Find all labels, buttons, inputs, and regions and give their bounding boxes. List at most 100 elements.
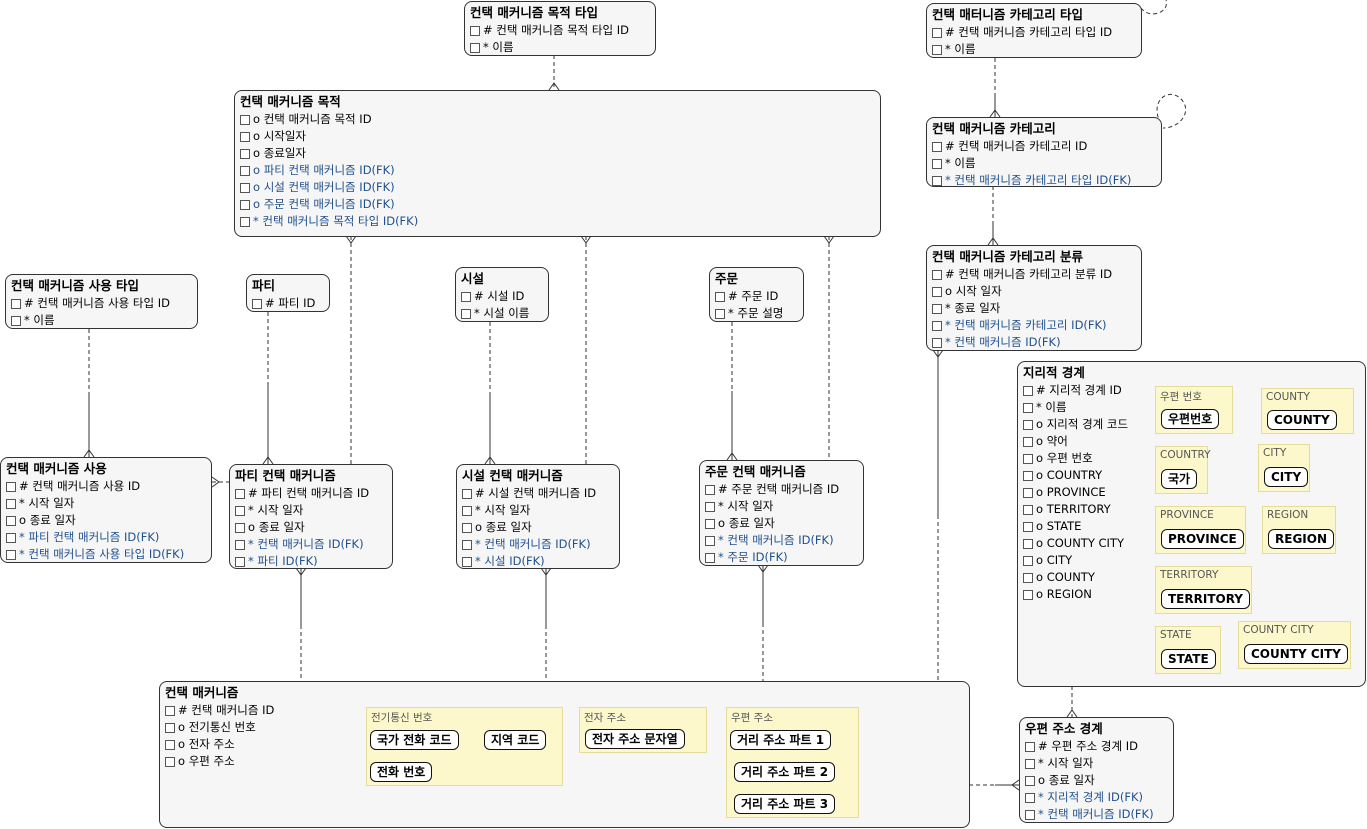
- checkbox-icon: [470, 25, 480, 36]
- attribute: * 시작 일자: [235, 502, 387, 519]
- attribute: # 파티 컨택 매커니즘 ID: [235, 485, 387, 502]
- checkbox-icon: [165, 739, 175, 750]
- entity-title: 우편 주소 경계: [1025, 721, 1103, 736]
- checkbox-icon: [932, 141, 942, 152]
- attribute-fk: * 파티 ID(FK): [235, 553, 387, 570]
- attribute: o 종료 일자: [705, 515, 858, 532]
- subtype-label: 전기통신 번호: [371, 712, 433, 724]
- attribute: o 종료 일자: [6, 512, 206, 529]
- subtype-label: 우편 번호: [1160, 391, 1202, 403]
- checkbox-icon: [461, 308, 471, 319]
- entity-category-type[interactable]: 컨택 매터니즘 카테고리 타입 # 컨택 매커니즘 카테고리 타입 ID * 이…: [926, 3, 1142, 58]
- attribute: o 종료일자: [240, 145, 875, 162]
- attribute: * 시작 일자: [1025, 755, 1168, 772]
- checkbox-icon: [1025, 809, 1035, 820]
- entity-title: 파티: [252, 278, 276, 293]
- entity-facility-contact-mechanism[interactable]: 시설 컨택 매커니즘 # 시설 컨택 매커니즘 ID * 시작 일자 o 종료 …: [456, 464, 620, 569]
- entity-usage-type[interactable]: 컨택 매커니즘 사용 타입 # 컨택 매커니즘 사용 타입 ID * 이름: [5, 274, 198, 329]
- checkbox-icon: [240, 182, 250, 193]
- subtype-postal-code[interactable]: 우편 번호 우편번호: [1155, 386, 1233, 434]
- subtype-county[interactable]: COUNTY COUNTY: [1261, 388, 1354, 434]
- subtype-telecom-number[interactable]: 전기통신 번호 국가 전화 코드 지역 코드 전화 번호: [366, 707, 563, 786]
- entity-title: 지리적 경계: [1023, 365, 1085, 380]
- attribute-fk: * 컨택 매커니즘 카테고리 타입 ID(FK): [932, 172, 1156, 189]
- entity-contact-mechanism[interactable]: 컨택 매커니즘 # 컨택 매커니즘 ID o 전기통신 번호 o 전자 주소 o…: [159, 681, 970, 828]
- entity-title: 컨택 매커니즘 카테고리: [932, 121, 1056, 136]
- subtype-county-city[interactable]: COUNTY CITY COUNTY CITY: [1238, 621, 1351, 669]
- checkbox-icon: [1023, 538, 1033, 549]
- checkbox-icon: [1025, 758, 1035, 769]
- subtype-label: 우편 주소: [731, 712, 773, 724]
- entity-title: 시설: [461, 271, 485, 286]
- entity-order[interactable]: 주문 # 주문 ID * 주문 설명: [709, 267, 804, 322]
- attribute: # 컨택 매커니즘 사용 타입 ID: [11, 295, 192, 312]
- checkbox-icon: [1023, 487, 1033, 498]
- subtype-state[interactable]: STATE STATE: [1155, 626, 1221, 674]
- subtype-electronic-address[interactable]: 전자 주소 전자 주소 문자열: [579, 707, 707, 753]
- subtype-pill: 거리 주소 파트 3: [734, 794, 836, 814]
- entity-party[interactable]: 파티 # 파티 ID: [246, 274, 330, 312]
- attribute-fk: o 파티 컨택 매커니즘 ID(FK): [240, 162, 875, 179]
- attribute: # 컨택 매커니즘 카테고리 ID: [932, 138, 1156, 155]
- subtype-label: PROVINCE: [1160, 509, 1214, 521]
- entity-geographic-boundary[interactable]: 지리적 경계 # 지리적 경계 ID * 이름 o 지리적 경계 코드 o 약어…: [1017, 361, 1366, 687]
- checkbox-icon: [1023, 572, 1033, 583]
- checkbox-icon: [6, 532, 16, 543]
- entity-category[interactable]: 컨택 매커니즘 카테고리 # 컨택 매커니즘 카테고리 ID * 이름 * 컨택…: [926, 117, 1162, 187]
- checkbox-icon: [932, 175, 942, 186]
- checkbox-icon: [705, 552, 715, 563]
- checkbox-icon: [1023, 436, 1033, 447]
- entity-party-contact-mechanism[interactable]: 파티 컨택 매커니즘 # 파티 컨택 매커니즘 ID * 시작 일자 o 종료 …: [229, 464, 393, 569]
- subtype-province[interactable]: PROVINCE PROVINCE: [1155, 506, 1246, 554]
- checkbox-icon: [1023, 402, 1033, 413]
- entity-purpose[interactable]: 컨택 매커니즘 목적 o 컨택 매커니즘 목적 ID o 시작일자 o 종료일자…: [234, 90, 881, 237]
- checkbox-icon: [6, 498, 16, 509]
- entity-purpose-type[interactable]: 컨택 매커니즘 목적 타입 # 컨택 매커니즘 목적 타입 ID * 이름: [464, 1, 656, 56]
- checkbox-icon: [235, 539, 245, 550]
- checkbox-icon: [240, 148, 250, 159]
- checkbox-icon: [1023, 589, 1033, 600]
- subtype-pill: CITY: [1264, 467, 1309, 487]
- attribute: # 우편 주소 경계 ID: [1025, 738, 1168, 755]
- entity-title: 컨택 매커니즘 목적: [240, 94, 341, 109]
- subtype-label: CITY: [1263, 447, 1287, 459]
- subtype-pill: 전자 주소 문자열: [585, 729, 685, 749]
- subtype-region[interactable]: REGION REGION: [1262, 506, 1336, 554]
- entity-category-classification[interactable]: 컨택 매커니즘 카테고리 분류 # 컨택 매커니즘 카테고리 분류 ID o 시…: [926, 245, 1142, 351]
- attribute-fk: * 지리적 경계 ID(FK): [1025, 789, 1168, 806]
- checkbox-icon: [715, 308, 725, 319]
- checkbox-icon: [705, 484, 715, 495]
- entity-title: 주문 컨택 매커니즘: [705, 464, 806, 479]
- entity-usage[interactable]: 컨택 매커니즘 사용 # 컨택 매커니즘 사용 ID * 시작 일자 o 종료 …: [0, 457, 212, 563]
- checkbox-icon: [1025, 792, 1035, 803]
- checkbox-icon: [705, 501, 715, 512]
- entity-postal-address-boundary[interactable]: 우편 주소 경계 # 우편 주소 경계 ID * 시작 일자 o 종료 일자 *…: [1019, 717, 1174, 823]
- subtype-territory[interactable]: TERRITORY TERRITORY: [1155, 566, 1252, 614]
- checkbox-icon: [165, 722, 175, 733]
- subtype-pill: 지역 코드: [484, 730, 547, 750]
- checkbox-icon: [932, 269, 942, 280]
- attribute: * 시작 일자: [6, 495, 206, 512]
- checkbox-icon: [470, 42, 480, 53]
- checkbox-icon: [932, 303, 942, 314]
- checkbox-icon: [462, 539, 472, 550]
- attribute: * 이름: [932, 155, 1156, 172]
- subtype-country[interactable]: COUNTRY 국가: [1155, 446, 1211, 494]
- attribute: o 종료 일자: [235, 519, 387, 536]
- attribute-fk: o 주문 컨택 매커니즘 ID(FK): [240, 196, 875, 213]
- checkbox-icon: [1023, 521, 1033, 532]
- checkbox-icon: [235, 522, 245, 533]
- attribute: * 시작 일자: [462, 502, 614, 519]
- subtype-label: STATE: [1160, 629, 1192, 641]
- entity-title: 컨택 매커니즘 사용 타입: [11, 278, 140, 293]
- subtype-city[interactable]: CITY CITY: [1258, 444, 1310, 492]
- checkbox-icon: [461, 291, 471, 302]
- subtype-postal-address[interactable]: 우편 주소 거리 주소 파트 1 거리 주소 파트 2 거리 주소 파트 3: [726, 707, 859, 818]
- entity-title: 컨택 매커니즘 카테고리 분류: [932, 249, 1084, 264]
- entity-order-contact-mechanism[interactable]: 주문 컨택 매커니즘 # 주문 컨택 매커니즘 ID * 시작 일자 o 종료 …: [699, 460, 864, 566]
- subtype-pill: COUNTY: [1267, 410, 1337, 430]
- entity-facility[interactable]: 시설 # 시설 ID * 시설 이름: [455, 267, 549, 322]
- checkbox-icon: [11, 298, 21, 309]
- checkbox-icon: [462, 556, 472, 567]
- attribute-fk: * 컨택 매커니즘 ID(FK): [462, 536, 614, 553]
